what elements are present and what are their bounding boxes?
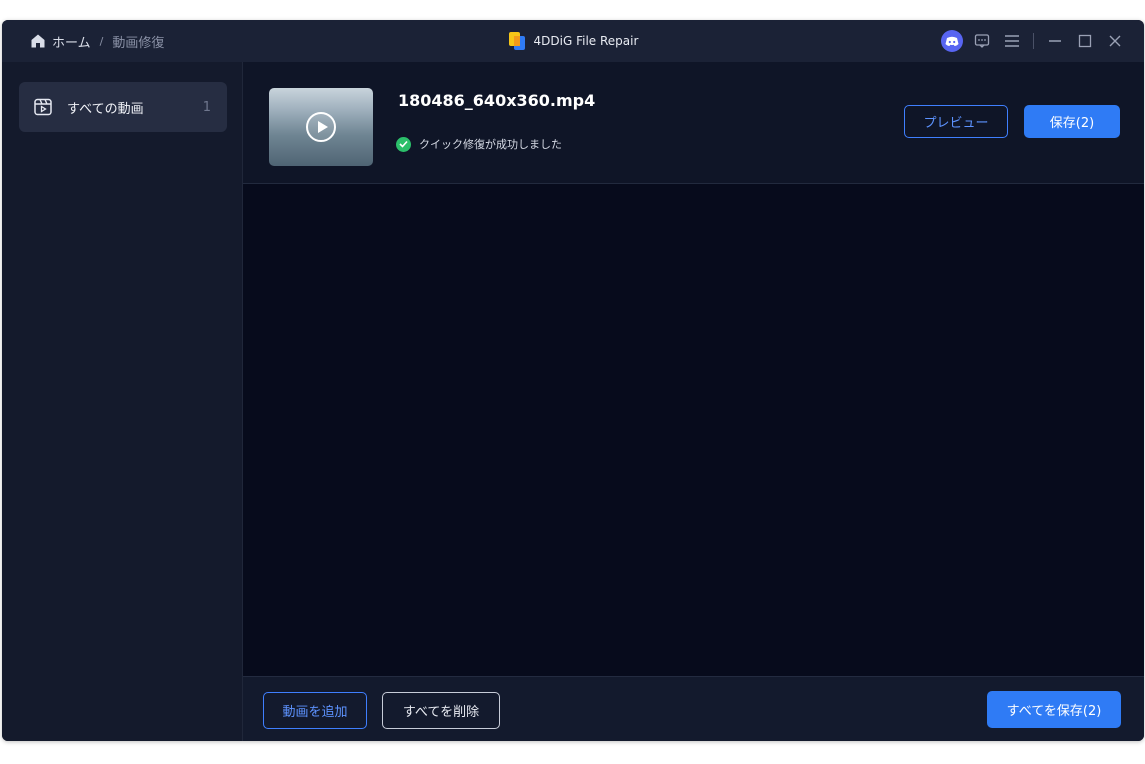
menu-button[interactable]: [997, 26, 1027, 56]
app-window: ホーム / 動画修復 4DDiG File Repair すべての動画 1 18…: [2, 20, 1144, 741]
footer-bar: 動画を追加 すべてを削除 すべてを保存(2): [243, 676, 1144, 741]
close-icon: [1109, 35, 1121, 47]
video-library-icon: [33, 97, 53, 117]
check-icon: [396, 136, 411, 152]
close-button[interactable]: [1100, 26, 1130, 56]
menu-icon: [1005, 35, 1019, 47]
controls-divider: [1033, 33, 1034, 49]
delete-all-button[interactable]: すべてを削除: [382, 692, 500, 729]
repair-status: クイック修復が成功しました: [396, 136, 562, 152]
empty-content-area: [243, 184, 1144, 676]
add-video-button[interactable]: 動画を追加: [263, 692, 367, 729]
app-logo-icon: [508, 31, 526, 51]
app-title: 4DDiG File Repair: [533, 34, 639, 48]
file-row: 180486_640x360.mp4 クイック修復が成功しました プレビュー 保…: [243, 62, 1144, 184]
preview-button[interactable]: プレビュー: [904, 105, 1008, 138]
sidebar-item-all-videos[interactable]: すべての動画 1: [19, 82, 227, 132]
discord-icon: [941, 30, 963, 52]
save-button[interactable]: 保存(2): [1024, 105, 1120, 138]
sidebar-item-label: すべての動画: [67, 101, 144, 117]
sidebar-item-count: 1: [202, 99, 211, 115]
repair-status-text: クイック修復が成功しました: [419, 138, 562, 151]
save-all-button[interactable]: すべてを保存(2): [987, 691, 1121, 728]
feedback-icon: [974, 34, 990, 48]
feedback-button[interactable]: [967, 26, 997, 56]
video-thumbnail[interactable]: [269, 88, 373, 166]
window-controls: [937, 20, 1130, 62]
sidebar: すべての動画 1: [2, 62, 243, 741]
title-bar: ホーム / 動画修復 4DDiG File Repair: [2, 20, 1144, 62]
minimize-button[interactable]: [1040, 26, 1070, 56]
maximize-button[interactable]: [1070, 26, 1100, 56]
minimize-icon: [1049, 40, 1061, 42]
file-name: 180486_640x360.mp4: [398, 91, 596, 110]
play-icon[interactable]: [306, 112, 336, 142]
maximize-icon: [1078, 34, 1092, 48]
main-panel: 180486_640x360.mp4 クイック修復が成功しました プレビュー 保…: [243, 62, 1144, 741]
discord-button[interactable]: [937, 26, 967, 56]
